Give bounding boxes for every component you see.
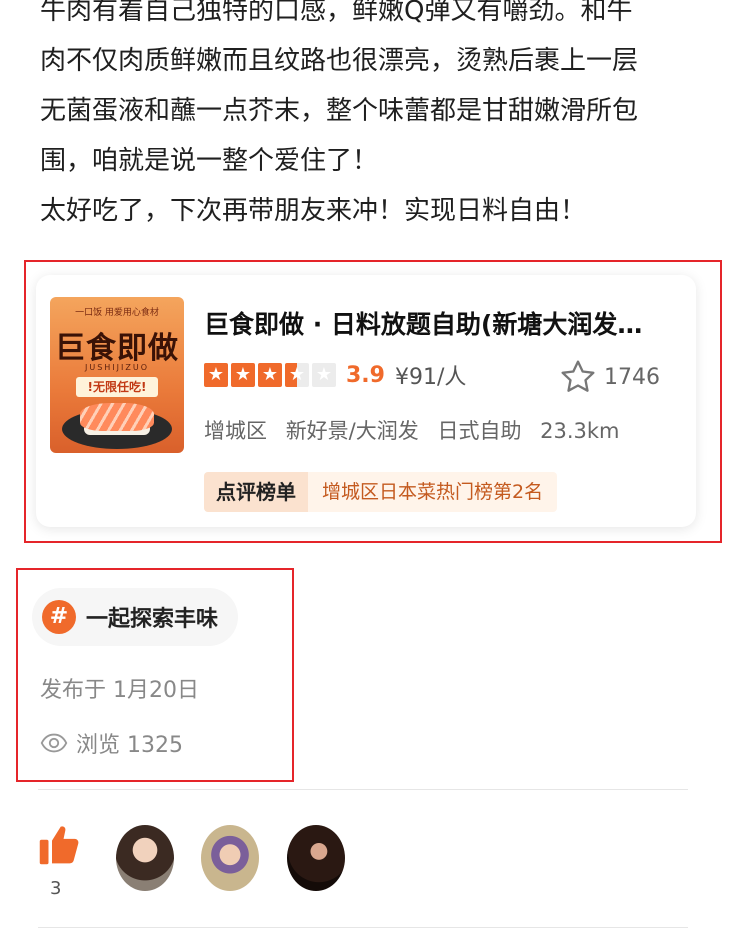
article-text: 牛肉有着自己独特的口感，鲜嫩Q弹又有嚼劲。和牛 肉不仅肉质鲜嫩而且纹路也很漂亮，…: [40, 0, 700, 236]
divider: [38, 789, 688, 790]
article-line: 牛肉有着自己独特的口感，鲜嫩Q弹又有嚼劲。和牛: [40, 0, 633, 26]
avatar[interactable]: [116, 825, 174, 891]
annotation-box-topic: [16, 568, 294, 782]
article-line: 无菌蛋液和蘸一点芥末，整个味蕾都是甘甜嫩滑所包: [40, 96, 639, 126]
article-line: 围，咱就是说一整个爱住了！: [40, 146, 379, 176]
divider: [38, 927, 688, 928]
article-line: 肉不仅肉质鲜嫩而且纹路也很漂亮，烫熟后裹上一层: [40, 46, 639, 76]
article-line: 太好吃了，下次再带朋友来冲！实现日料自由！: [40, 196, 587, 226]
like-count: 3: [50, 878, 62, 899]
thumbs-up-icon[interactable]: [38, 822, 80, 868]
annotation-box-card: [24, 260, 722, 543]
avatar[interactable]: [201, 825, 259, 891]
avatar[interactable]: [287, 825, 345, 891]
